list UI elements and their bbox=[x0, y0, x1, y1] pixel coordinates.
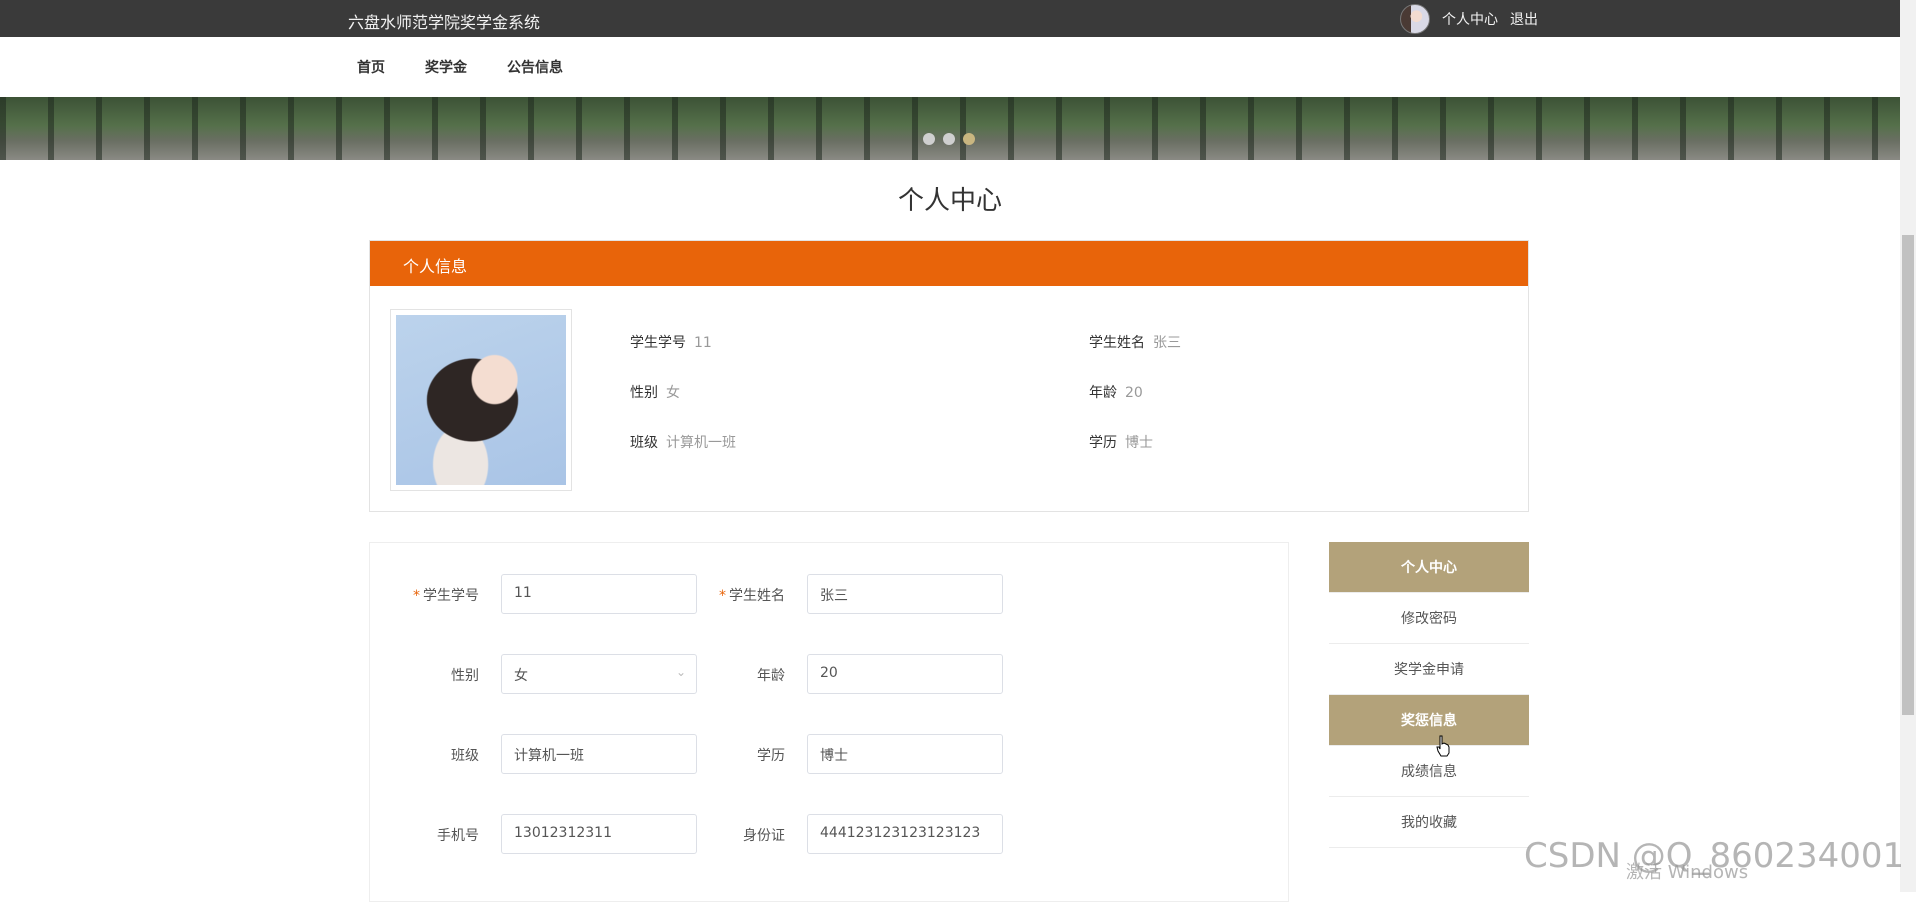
form-label-age: 年龄 bbox=[757, 668, 785, 684]
form-label-education: 学历 bbox=[757, 748, 785, 764]
user-center-link[interactable]: 个人中心 bbox=[1442, 9, 1498, 29]
scrollbar-thumb[interactable] bbox=[1902, 235, 1914, 715]
side-item-user-center[interactable]: 个人中心 bbox=[1329, 542, 1529, 593]
info-field-student-name: 学生姓名 张三 bbox=[1089, 335, 1181, 351]
student-photo bbox=[390, 309, 572, 491]
side-item-rewards-penalties[interactable]: 奖惩信息 bbox=[1329, 695, 1529, 746]
side-item-favorites[interactable]: 我的收藏 bbox=[1329, 797, 1529, 848]
nav-item-announcements[interactable]: 公告信息 bbox=[507, 57, 563, 77]
logout-link[interactable]: 退出 bbox=[1510, 9, 1538, 29]
side-menu: 个人中心 修改密码 奖学金申请 奖惩信息 成绩信息 我的收藏 bbox=[1329, 542, 1529, 848]
nav-item-home[interactable]: 首页 bbox=[357, 57, 385, 77]
info-card-header: 个人信息 bbox=[370, 241, 1528, 286]
form-label-id-card: 身份证 bbox=[743, 828, 785, 844]
education-input[interactable]: 博士 bbox=[807, 734, 1003, 774]
age-input[interactable]: 20 bbox=[807, 654, 1003, 694]
hand-cursor-icon bbox=[1436, 735, 1450, 757]
info-field-student-id: 学生学号 11 bbox=[630, 335, 712, 351]
form-label-class: 班级 bbox=[451, 748, 479, 764]
gender-select-value: 女 bbox=[514, 668, 528, 684]
gender-select[interactable]: 女 ⌄ bbox=[501, 654, 697, 694]
main-nav: 首页 奖学金 公告信息 bbox=[0, 37, 1900, 97]
page-title: 个人中心 bbox=[897, 186, 1002, 216]
carousel-dot-3[interactable] bbox=[963, 133, 975, 145]
page-scrollbar[interactable] bbox=[1900, 0, 1916, 892]
student-id-input[interactable]: 11 bbox=[501, 574, 697, 614]
user-area: 个人中心 退出 bbox=[1400, 4, 1538, 34]
info-field-gender: 性别女 bbox=[630, 385, 680, 401]
banner-carousel bbox=[0, 97, 1900, 160]
student-name-input[interactable]: 张三 bbox=[807, 574, 1003, 614]
profile-edit-form: * 学生学号 11 * 学生姓名 张三 性别 女 ⌄ 年龄 20 班级 计算机一班 … bbox=[369, 542, 1289, 902]
form-label-phone: 手机号 bbox=[437, 828, 479, 844]
carousel-dot-1[interactable] bbox=[923, 133, 935, 145]
top-bar: 六盘水师范学院奖学金系统 个人中心 退出 bbox=[0, 0, 1900, 37]
user-avatar[interactable] bbox=[1400, 4, 1430, 34]
side-item-scholarship-apply[interactable]: 奖学金申请 bbox=[1329, 644, 1529, 695]
side-item-grades[interactable]: 成绩信息 bbox=[1329, 746, 1529, 797]
form-label-student-name: * 学生姓名 bbox=[719, 588, 785, 604]
id-card-input[interactable]: 444123123123123123 bbox=[807, 814, 1003, 854]
carousel-dot-2[interactable] bbox=[943, 133, 955, 145]
form-label-gender: 性别 bbox=[451, 668, 479, 684]
nav-item-scholarship[interactable]: 奖学金 bbox=[425, 57, 467, 77]
windows-activation-notice: 激活 Windows bbox=[1626, 862, 1749, 883]
site-title: 六盘水师范学院奖学金系统 bbox=[348, 13, 541, 32]
info-field-education: 学历 博士 bbox=[1089, 435, 1153, 451]
side-item-change-password[interactable]: 修改密码 bbox=[1329, 593, 1529, 644]
phone-input[interactable]: 13012312311 bbox=[501, 814, 697, 854]
class-input[interactable]: 计算机一班 bbox=[501, 734, 697, 774]
info-field-class: 班级 计算机一班 bbox=[630, 435, 736, 451]
personal-info-card: 个人信息 学生学号 11 学生姓名 张三 性别女 年龄 20 班级 计算机一班 学历 博士 bbox=[369, 240, 1529, 512]
form-label-student-id: * 学生学号 bbox=[413, 588, 479, 604]
info-field-age: 年龄 20 bbox=[1089, 385, 1143, 401]
